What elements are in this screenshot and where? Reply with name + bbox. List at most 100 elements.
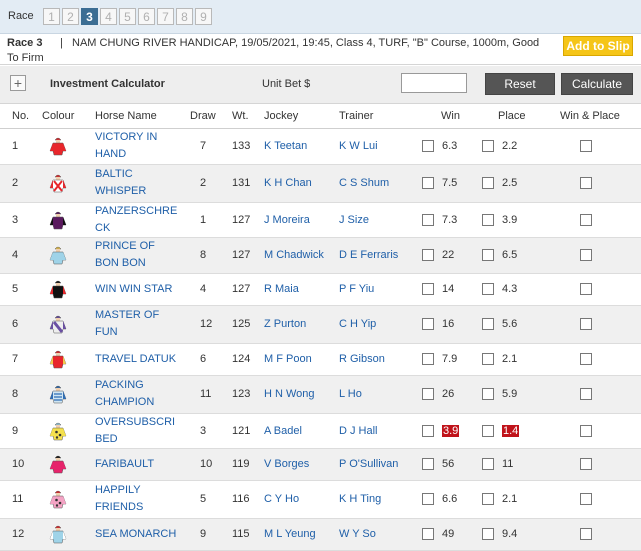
win-and-place-checkbox[interactable] bbox=[580, 318, 592, 331]
silk-colour-icon bbox=[34, 128, 86, 165]
horse-name-line: BED bbox=[95, 432, 118, 445]
win-checkbox[interactable] bbox=[422, 493, 434, 506]
place-checkbox[interactable] bbox=[482, 353, 494, 366]
win-and-place-checkbox[interactable] bbox=[580, 458, 592, 471]
win-checkbox[interactable] bbox=[422, 140, 434, 153]
trainer-link[interactable]: K H Ting bbox=[339, 493, 381, 505]
silk-colour-icon bbox=[34, 413, 86, 449]
horse-name-link[interactable]: PRINCE OF BON BON bbox=[95, 240, 155, 269]
win-checkbox[interactable] bbox=[422, 353, 434, 366]
calculate-button[interactable]: Calculate bbox=[561, 73, 633, 95]
win-and-place-checkbox[interactable] bbox=[580, 493, 592, 506]
jockey-link[interactable]: C Y Ho bbox=[264, 493, 299, 505]
jockey-link[interactable]: Z Purton bbox=[264, 318, 306, 330]
trainer-link[interactable]: R Gibson bbox=[339, 353, 385, 365]
win-and-place-checkbox[interactable] bbox=[580, 353, 592, 366]
runner-number: 10 bbox=[0, 448, 34, 481]
horse-name-line: VICTORY IN bbox=[95, 131, 158, 143]
win-odds: 7.5 bbox=[442, 177, 458, 190]
jockey-link[interactable]: K H Chan bbox=[264, 177, 312, 189]
jockey-link[interactable]: V Borges bbox=[264, 458, 309, 470]
race-number-button[interactable]: 8 bbox=[176, 8, 193, 25]
place-checkbox[interactable] bbox=[482, 283, 494, 296]
race-number-button[interactable]: 3 bbox=[81, 8, 98, 25]
trainer-link[interactable]: P F Yiu bbox=[339, 283, 374, 295]
horse-name-link[interactable]: WIN WIN STAR bbox=[95, 283, 172, 295]
place-checkbox[interactable] bbox=[482, 424, 494, 437]
win-and-place-checkbox[interactable] bbox=[580, 140, 592, 153]
trainer-link[interactable]: D E Ferraris bbox=[339, 249, 398, 261]
place-checkbox[interactable] bbox=[482, 177, 494, 190]
race-number-button[interactable]: 5 bbox=[119, 8, 136, 25]
win-checkbox[interactable] bbox=[422, 283, 434, 296]
win-checkbox[interactable] bbox=[422, 318, 434, 331]
place-checkbox[interactable] bbox=[482, 388, 494, 401]
silk-colour-icon bbox=[34, 305, 86, 344]
win-and-place-checkbox[interactable] bbox=[580, 528, 592, 541]
win-checkbox[interactable] bbox=[422, 213, 434, 226]
jockey-link[interactable]: J Moreira bbox=[264, 214, 310, 226]
reset-button[interactable]: Reset bbox=[485, 73, 555, 95]
jockey-link[interactable]: M Chadwick bbox=[264, 249, 324, 261]
trainer-link[interactable]: K W Lui bbox=[339, 140, 378, 152]
horse-name-link[interactable]: BALTIC WHISPER bbox=[95, 168, 146, 197]
win-checkbox[interactable] bbox=[422, 249, 434, 262]
jockey-link[interactable]: K Teetan bbox=[264, 140, 307, 152]
jockey-link[interactable]: A Badel bbox=[264, 425, 302, 437]
race-number-button[interactable]: 7 bbox=[157, 8, 174, 25]
trainer-link[interactable]: J Size bbox=[339, 214, 369, 226]
horse-name-link[interactable]: TRAVEL DATUK bbox=[95, 353, 176, 365]
horse-name-link[interactable]: FARIBAULT bbox=[95, 458, 154, 470]
win-and-place-checkbox[interactable] bbox=[580, 177, 592, 190]
place-checkbox[interactable] bbox=[482, 318, 494, 331]
win-and-place-checkbox[interactable] bbox=[580, 283, 592, 296]
win-and-place-checkbox[interactable] bbox=[580, 213, 592, 226]
place-checkbox[interactable] bbox=[482, 140, 494, 153]
horse-name-link[interactable]: VICTORY IN HAND bbox=[95, 131, 157, 160]
horse-name-line: WIN WIN STAR bbox=[95, 282, 173, 295]
place-odds: 1.4 bbox=[502, 424, 520, 437]
race-number-button[interactable]: 6 bbox=[138, 8, 155, 25]
expand-plus-icon[interactable]: + bbox=[10, 75, 26, 91]
place-checkbox[interactable] bbox=[482, 528, 494, 541]
win-checkbox[interactable] bbox=[422, 528, 434, 541]
win-checkbox[interactable] bbox=[422, 424, 434, 437]
table-header-row: No. Colour Horse Name Draw Wt. Jockey Tr… bbox=[0, 104, 641, 129]
horse-name-link[interactable]: PANZERSCHRE CK bbox=[95, 205, 177, 234]
jockey-link[interactable]: M F Poon bbox=[264, 353, 312, 365]
race-number-button[interactable]: 1 bbox=[43, 8, 60, 25]
weight-value: 133 bbox=[228, 128, 260, 165]
win-checkbox[interactable] bbox=[422, 177, 434, 190]
race-number-button[interactable]: 4 bbox=[100, 8, 117, 25]
trainer-link[interactable]: C H Yip bbox=[339, 318, 376, 330]
trainer-link[interactable]: P O'Sullivan bbox=[339, 458, 398, 470]
place-checkbox[interactable] bbox=[482, 458, 494, 471]
race-number-button[interactable]: 2 bbox=[62, 8, 79, 25]
trainer-link[interactable]: W Y So bbox=[339, 528, 376, 540]
trainer-link[interactable]: C S Shum bbox=[339, 177, 389, 189]
jockey-link[interactable]: M L Yeung bbox=[264, 528, 316, 540]
trainer-link[interactable]: L Ho bbox=[339, 388, 362, 400]
jockey-link[interactable]: R Maia bbox=[264, 283, 299, 295]
win-and-place-checkbox[interactable] bbox=[580, 249, 592, 262]
place-checkbox[interactable] bbox=[482, 493, 494, 506]
header-horse-name: Horse Name bbox=[86, 104, 186, 129]
horse-name-link[interactable]: HAPPILY FRIENDS bbox=[95, 484, 143, 513]
jockey-link[interactable]: H N Wong bbox=[264, 388, 315, 400]
unit-bet-input[interactable] bbox=[401, 73, 467, 93]
place-checkbox[interactable] bbox=[482, 249, 494, 262]
race-number-button[interactable]: 9 bbox=[195, 8, 212, 25]
win-checkbox[interactable] bbox=[422, 458, 434, 471]
horse-name-link[interactable]: OVERSUBSCRI BED bbox=[95, 416, 175, 445]
horse-name-link[interactable]: MASTER OF FUN bbox=[95, 309, 159, 338]
win-checkbox[interactable] bbox=[422, 388, 434, 401]
draw-value: 10 bbox=[186, 448, 228, 481]
horse-name-link[interactable]: PACKING CHAMPION bbox=[95, 379, 154, 408]
add-to-slip-button[interactable]: Add to Slip bbox=[563, 36, 633, 56]
table-row: 9 OVERSUBSCRI BED 3 121 A Badel D J Hall 3.9 1.4 bbox=[0, 413, 641, 449]
place-checkbox[interactable] bbox=[482, 213, 494, 226]
horse-name-link[interactable]: SEA MONARCH bbox=[95, 528, 176, 540]
win-and-place-checkbox[interactable] bbox=[580, 424, 592, 437]
win-and-place-checkbox[interactable] bbox=[580, 388, 592, 401]
trainer-link[interactable]: D J Hall bbox=[339, 425, 378, 437]
